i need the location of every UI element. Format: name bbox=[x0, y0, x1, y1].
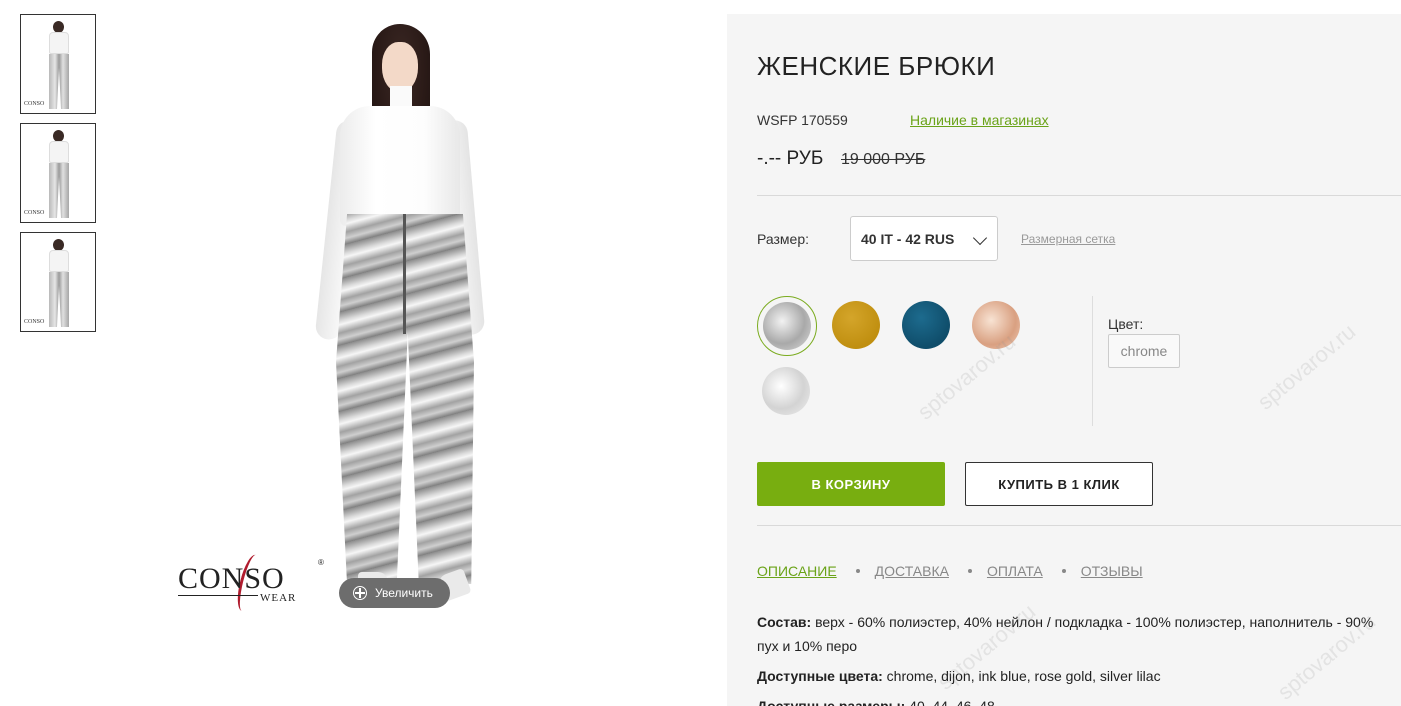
thumb-model-top bbox=[49, 141, 69, 163]
zoom-plus-icon bbox=[353, 586, 367, 600]
thumb-model-top bbox=[49, 250, 69, 272]
brand-logo-sub: WEAR bbox=[260, 592, 297, 604]
thumbnail-side[interactable]: CONSO bbox=[20, 123, 96, 223]
product-description: Состав: верх - 60% полиэстер, 40% нейлон… bbox=[757, 610, 1397, 706]
brand-registered-mark: ® bbox=[318, 558, 324, 567]
colors-value: chrome, dijon, ink blue, rose gold, silv… bbox=[886, 668, 1161, 684]
color-swatch-ink-blue[interactable] bbox=[897, 296, 957, 356]
chevron-down-icon bbox=[972, 230, 988, 246]
tab-separator-dot bbox=[967, 569, 972, 573]
thumb-model-pants bbox=[49, 272, 69, 327]
thumb-model-top bbox=[49, 32, 69, 54]
color-swatch-rose-gold[interactable] bbox=[967, 296, 1027, 356]
tab-reviews[interactable]: ОТЗЫВЫ bbox=[1081, 563, 1143, 579]
tab-delivery[interactable]: ДОСТАВКА bbox=[875, 563, 949, 579]
composition-line: Состав: верх - 60% полиэстер, 40% нейлон… bbox=[757, 610, 1397, 658]
thumbnail-back[interactable]: CONSO bbox=[20, 232, 96, 332]
size-selected-value: 40 IT - 42 RUS bbox=[861, 230, 955, 247]
swatch-ink-blue-image bbox=[902, 301, 950, 349]
tab-separator-dot bbox=[1061, 569, 1066, 573]
thumb-model-pants bbox=[49, 54, 69, 109]
swatch-chrome-image bbox=[763, 302, 811, 350]
watermark: sptovarov.ru bbox=[1252, 318, 1361, 415]
divider bbox=[757, 525, 1401, 526]
sizes-line: Доступные размеры: 40, 44, 46, 48 bbox=[757, 694, 1397, 706]
sizes-label: Доступные размеры: bbox=[757, 698, 906, 706]
swatch-silver-lilac-image bbox=[762, 367, 810, 415]
swatch-dijon-image bbox=[832, 301, 880, 349]
swatch-rose-gold-image bbox=[972, 301, 1020, 349]
color-swatch-dijon[interactable] bbox=[827, 296, 887, 356]
colors-line: Доступные цвета: chrome, dijon, ink blue… bbox=[757, 664, 1397, 688]
vertical-divider bbox=[1092, 296, 1093, 426]
brand-logo: CONSO WEAR bbox=[178, 552, 308, 614]
thumb-logo: CONSO bbox=[24, 101, 45, 107]
model-shirt bbox=[340, 106, 460, 226]
thumbnail-list: CONSO CONSO CONSO bbox=[20, 14, 96, 341]
buy-one-click-button[interactable]: КУПИТЬ В 1 КЛИК bbox=[965, 462, 1153, 506]
product-tabs: ОПИСАНИЕ ДОСТАВКА ОПЛАТА ОТЗЫВЫ bbox=[757, 563, 1143, 579]
main-product-image[interactable]: CONSO WEAR ® Увеличить bbox=[160, 14, 640, 614]
tab-separator-dot bbox=[855, 569, 860, 573]
thumb-logo: CONSO bbox=[24, 210, 45, 216]
zoom-button[interactable]: Увеличить bbox=[339, 578, 450, 608]
selected-color-value: chrome bbox=[1108, 334, 1180, 368]
size-select[interactable]: 40 IT - 42 RUS bbox=[850, 216, 998, 261]
current-price: -.-- РУБ bbox=[757, 148, 824, 169]
tab-description[interactable]: ОПИСАНИЕ bbox=[757, 563, 837, 579]
zoom-label: Увеличить bbox=[375, 586, 433, 600]
color-swatch-chrome[interactable] bbox=[757, 296, 817, 356]
pants-zipper bbox=[403, 214, 406, 334]
product-title: ЖЕНСКИЕ БРЮКИ bbox=[757, 51, 996, 81]
product-sku: WSFP 170559 bbox=[757, 112, 848, 128]
color-swatch-silver-lilac[interactable] bbox=[757, 362, 817, 422]
divider bbox=[757, 195, 1401, 196]
colors-label: Доступные цвета: bbox=[757, 668, 883, 684]
size-chart-link[interactable]: Размерная сетка bbox=[1021, 232, 1115, 246]
thumb-model-pants bbox=[49, 163, 69, 218]
thumb-logo: CONSO bbox=[24, 319, 45, 325]
color-label: Цвет: bbox=[1108, 316, 1144, 332]
brand-logo-text: CONSO bbox=[178, 562, 285, 595]
old-price: 19 000 РУБ bbox=[841, 151, 926, 168]
product-info-panel: ЖЕНСКИЕ БРЮКИ WSFP 170559 Наличие в мага… bbox=[727, 14, 1401, 706]
brand-logo-line bbox=[178, 595, 258, 596]
model-figure bbox=[310, 24, 490, 614]
model-face bbox=[382, 42, 418, 92]
sizes-value: 40, 44, 46, 48 bbox=[909, 698, 995, 706]
tab-payment[interactable]: ОПЛАТА bbox=[987, 563, 1043, 579]
composition-value: верх - 60% полиэстер, 40% нейлон / подкл… bbox=[757, 614, 1374, 654]
size-label: Размер: bbox=[757, 231, 810, 247]
thumbnail-front[interactable]: CONSO bbox=[20, 14, 96, 114]
composition-label: Состав: bbox=[757, 614, 812, 630]
store-availability-link[interactable]: Наличие в магазинах bbox=[910, 112, 1049, 128]
add-to-cart-button[interactable]: В КОРЗИНУ bbox=[757, 462, 945, 506]
